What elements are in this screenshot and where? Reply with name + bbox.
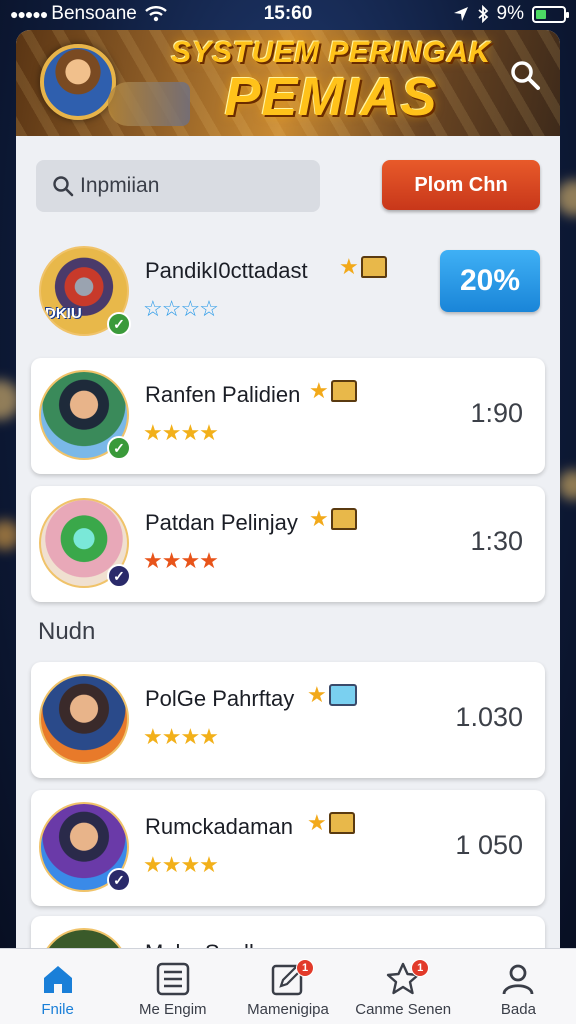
gold-star-icon: ★ xyxy=(309,378,329,403)
rating-stars: ★★★★ xyxy=(143,420,219,445)
player-avatar xyxy=(39,674,129,764)
verified-check-icon: ✓ xyxy=(107,868,131,892)
banner-title: SYSTUEM PERINGAK PEMIAS xyxy=(166,36,496,124)
rank-icons: ★ xyxy=(307,810,355,836)
list-icon xyxy=(156,962,190,996)
gold-star-icon: ★ xyxy=(307,682,327,707)
search-icon[interactable] xyxy=(508,58,542,92)
nav-item-list[interactable]: Me Engim xyxy=(115,949,230,1024)
featured-row[interactable]: DKIU ✓ PandikI0cttadast ★ ☆☆☆☆ 20% xyxy=(31,234,545,350)
banner-title-line1: SYSTUEM PERINGAK xyxy=(171,36,491,69)
user-icon xyxy=(503,964,534,995)
nav-label: Me Engim xyxy=(139,1001,207,1018)
nav-label: Fnile xyxy=(41,1001,74,1018)
gold-star-icon: ★ xyxy=(307,810,327,835)
notification-badge: 1 xyxy=(411,959,430,977)
player-name: Patdan Pelinjay xyxy=(145,510,298,535)
background-glow xyxy=(558,470,576,500)
list-item[interactable]: PolGe Pahrftay ★ ★★★★ 1.030 xyxy=(31,662,545,778)
gold-star-icon: ★ xyxy=(339,254,359,279)
list-item[interactable]: ✓ Ranfen Palidien ★ ★★★★ 1:90 xyxy=(31,358,545,474)
list-item[interactable]: ✓ Rumckadaman ★ ★★★★ 1 050 xyxy=(31,790,545,906)
featured-name: PandikI0cttadast xyxy=(145,258,308,283)
bottom-nav: Fnile Me Engim 1 Mamenigipa 1 Canme Sene… xyxy=(0,948,576,1024)
home-icon xyxy=(43,966,72,993)
notification-badge: 1 xyxy=(296,959,314,977)
gold-star-icon: ★ xyxy=(309,506,329,531)
location-arrow-icon xyxy=(453,7,468,21)
profile-avatar[interactable] xyxy=(40,44,116,120)
player-name: Rumckadaman xyxy=(145,814,293,839)
rank-icons: ★ xyxy=(307,682,357,708)
monitor-icon xyxy=(328,684,357,706)
rank-icons: ★ xyxy=(339,254,387,280)
rating-stars: ★★★★ xyxy=(143,852,219,877)
nav-label: Bada xyxy=(500,1001,536,1018)
list-item[interactable]: ✓ Patdan Pelinjay ★ ★★★★ 1:30 xyxy=(31,486,545,602)
treasure-chest-icon xyxy=(360,256,387,278)
nav-item-home[interactable]: Fnile xyxy=(0,949,115,1024)
search-icon xyxy=(53,176,74,197)
treasure-chest-icon xyxy=(330,380,357,402)
avatar-label: DKIU xyxy=(45,305,82,322)
nav-label: Mamenigipa xyxy=(247,1001,329,1018)
nav-item-edit[interactable]: 1 Mamenigipa xyxy=(230,949,345,1024)
player-score: 1:30 xyxy=(470,526,523,556)
bluetooth-icon xyxy=(477,5,488,23)
nav-item-star[interactable]: 1 Canme Senen xyxy=(346,949,461,1024)
percent-button[interactable]: 20% xyxy=(440,250,540,312)
primary-action-button[interactable]: Plom Chn xyxy=(382,160,540,210)
rating-stars: ★★★★ xyxy=(143,548,219,573)
player-score: 1.030 xyxy=(455,702,523,732)
player-score: 1 050 xyxy=(455,830,523,860)
carrier-name: Bensoane xyxy=(51,3,137,24)
rating-stars: ★★★★ xyxy=(143,724,219,749)
wifi-icon xyxy=(145,6,167,22)
battery-icon xyxy=(532,5,569,23)
verified-check-icon: ✓ xyxy=(107,312,131,336)
treasure-chest-icon xyxy=(330,508,357,530)
app-window: SYSTUEM PERINGAK PEMIAS Inpmiian Plom Ch… xyxy=(16,30,560,1024)
nav-item-profile[interactable]: Bada xyxy=(461,949,576,1024)
banner-title-line2: PEMIAS xyxy=(224,67,438,127)
search-input-text: Inpmiian xyxy=(80,174,160,197)
verified-check-icon: ✓ xyxy=(107,436,131,460)
verified-check-icon: ✓ xyxy=(107,564,131,588)
rank-icons: ★ xyxy=(309,378,357,404)
player-name: Ranfen Palidien xyxy=(145,382,301,407)
header-banner: SYSTUEM PERINGAK PEMIAS xyxy=(16,30,560,136)
nav-label: Canme Senen xyxy=(355,1001,452,1018)
rank-icons: ★ xyxy=(309,506,357,532)
controls-bar: Inpmiian Plom Chn xyxy=(36,160,540,212)
signal-dots-icon: ●●●●● xyxy=(10,6,48,22)
treasure-chest-icon xyxy=(328,812,355,834)
rating-stars: ☆☆☆☆ xyxy=(143,296,219,321)
status-bar: ●●●●● Bensoane 15:60 9% xyxy=(0,0,576,28)
search-input[interactable]: Inpmiian xyxy=(36,160,320,212)
section-heading: Nudn xyxy=(38,618,96,645)
player-score: 1:90 xyxy=(470,398,523,428)
player-name: PolGe Pahrftay xyxy=(145,686,295,711)
battery-percent: 9% xyxy=(496,3,524,24)
